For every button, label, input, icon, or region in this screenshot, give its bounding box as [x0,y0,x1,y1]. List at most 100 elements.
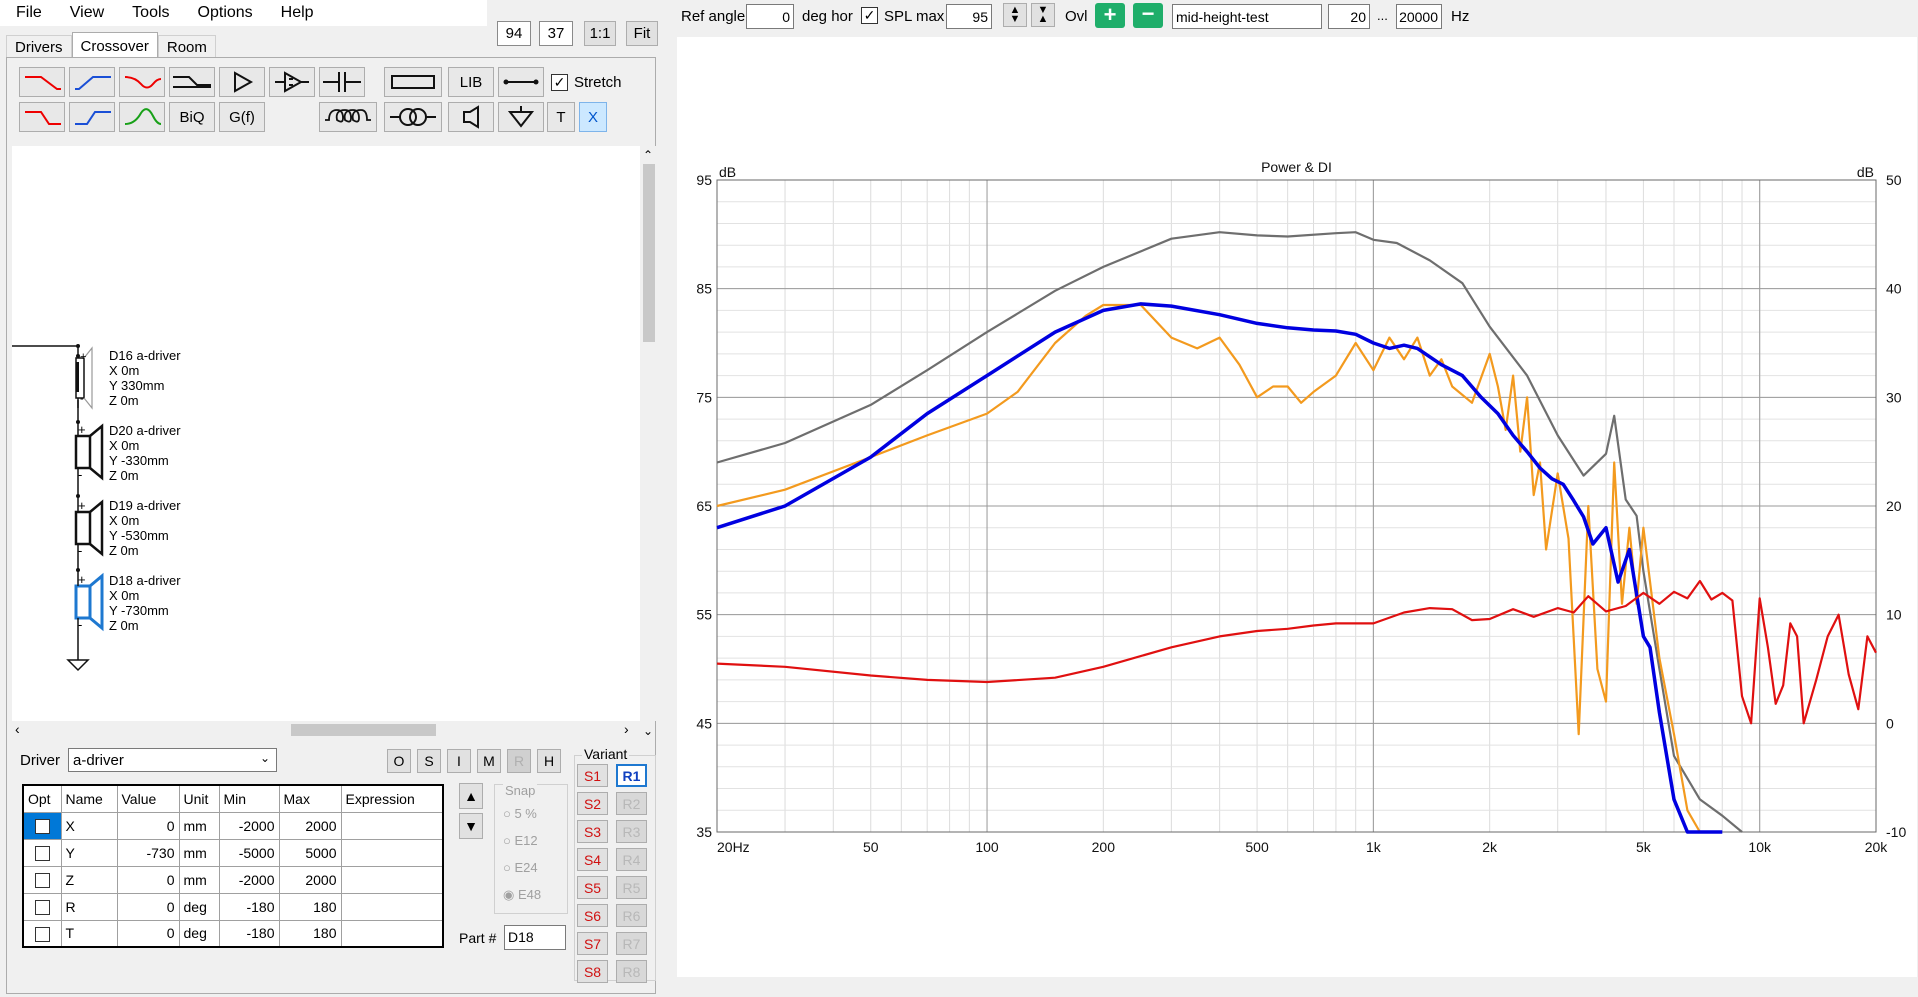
lowpass-red-button[interactable] [19,67,65,97]
opt-checkbox-cell[interactable] [22,838,62,867]
snap-option-5pct[interactable]: ○ 5 % [503,806,537,821]
capacitor-button[interactable] [319,67,365,97]
variant-s1-button[interactable]: S1 [577,764,608,787]
highpass-blue-button[interactable] [69,67,115,97]
biq-button[interactable]: BiQ [169,102,215,132]
freq-min-input[interactable]: 20 [1328,4,1370,29]
row-value[interactable]: 0 [116,811,180,840]
spl-expand-button[interactable]: ▼ ▲ [1031,3,1055,27]
row-expression[interactable] [340,811,444,840]
freq-max-input[interactable]: 20000 [1396,4,1442,29]
row-value[interactable]: -730 [116,838,180,867]
vertical-scroll-thumb[interactable] [643,164,655,342]
tab-crossover[interactable]: Crossover [71,32,158,59]
move-up-button[interactable]: ▲ [459,783,483,809]
transformer-button[interactable] [384,102,442,132]
bandpass-green-button[interactable] [119,102,165,132]
snap-option-e24[interactable]: ○ E24 [503,860,538,875]
row-max[interactable]: 2000 [278,865,342,894]
ref-angle-input[interactable]: 0 [746,4,794,29]
m-button[interactable]: M [477,749,501,773]
menu-tools[interactable]: Tools [118,4,183,22]
variant-r5-button[interactable]: R5 [616,876,647,899]
row-expression[interactable] [340,838,444,867]
opt-checkbox-cell[interactable] [22,865,62,894]
menu-options[interactable]: Options [184,4,267,22]
variant-s5-button[interactable]: S5 [577,876,608,899]
variant-s2-button[interactable]: S2 [577,792,608,815]
s-button[interactable]: S [417,749,441,773]
table-row[interactable]: Y -730 mm -5000 5000 [22,838,444,867]
opt-checkbox[interactable] [34,845,50,861]
table-row[interactable]: R 0 deg -180 180 [22,892,444,921]
zoom-box-a[interactable]: 94 [497,21,531,46]
t-button[interactable]: T [547,102,575,132]
row-max[interactable]: 5000 [278,838,342,867]
resistor-button[interactable] [384,67,442,97]
row-min[interactable]: -180 [218,892,280,921]
tab-room[interactable]: Room [157,35,216,59]
opt-checkbox-cell[interactable] [22,919,62,948]
fit-button[interactable]: Fit [626,21,658,46]
opt-checkbox-cell[interactable] [22,811,62,840]
snap-option-e48[interactable]: ◉ E48 [503,887,541,903]
wire-button[interactable] [498,67,544,97]
row-min[interactable]: -2000 [218,865,280,894]
notch-red-button[interactable] [119,67,165,97]
i-button[interactable]: I [447,749,471,773]
stretch-checkbox[interactable]: ✓ [551,74,568,91]
scroll-up-icon[interactable]: ⌃ [643,148,653,162]
h-button[interactable]: H [537,749,561,773]
row-max[interactable]: 2000 [278,811,342,840]
variant-r4-button[interactable]: R4 [616,848,647,871]
opt-checkbox[interactable] [34,926,50,942]
row-max[interactable]: 180 [278,919,342,948]
opt-checkbox[interactable] [34,899,50,915]
row-min[interactable]: -2000 [218,811,280,840]
row-value[interactable]: 0 [116,865,180,894]
inductor-button[interactable] [319,102,377,132]
shelf-button[interactable] [169,67,215,97]
variant-s8-button[interactable]: S8 [577,960,608,983]
buffer-button[interactable] [269,67,315,97]
variant-s6-button[interactable]: S6 [577,904,608,927]
variant-s7-button[interactable]: S7 [577,932,608,955]
driver-select[interactable]: a-driver ⌄ [68,748,277,772]
amplifier-button[interactable] [219,67,265,97]
variant-s3-button[interactable]: S3 [577,820,608,843]
move-down-button[interactable]: ▼ [459,813,483,839]
spl-up-down-button[interactable]: ▲ ▼ [1003,3,1027,27]
one-to-one-button[interactable]: 1:1 [584,21,616,46]
row-expression[interactable] [340,865,444,894]
variant-r2-button[interactable]: R2 [616,792,647,815]
variant-r1-button[interactable]: R1 [616,764,647,787]
row-value[interactable]: 0 [116,919,180,948]
snap-option-e12[interactable]: ○ E12 [503,833,538,848]
plot-area[interactable]: 95 85 75 65 55 45 35 50 40 30 20 10 0 -10 20Hz 50 100 200… [677,37,1917,977]
opt-checkbox[interactable] [34,818,50,834]
r-button[interactable]: R [507,749,531,773]
opt-checkbox[interactable] [34,872,50,888]
opt-checkbox-cell[interactable] [22,892,62,921]
menu-view[interactable]: View [56,4,118,22]
scroll-left-icon[interactable]: ‹ [15,721,20,737]
variant-r8-button[interactable]: R8 [616,960,647,983]
menu-help[interactable]: Help [267,4,328,22]
ground-button[interactable] [498,102,544,132]
o-button[interactable]: O [387,749,411,773]
variant-r7-button[interactable]: R7 [616,932,647,955]
plus-icon[interactable]: + [1095,3,1125,28]
zoom-box-b[interactable]: 37 [539,21,573,46]
highpass-blue-2-button[interactable] [69,102,115,132]
menu-file[interactable]: File [0,4,56,22]
row-min[interactable]: -180 [218,919,280,948]
row-value[interactable]: 0 [116,892,180,921]
lowpass-red-2-button[interactable] [19,102,65,132]
scroll-down-icon[interactable]: ⌄ [643,724,653,738]
overlay-name-input[interactable]: mid-height-test [1172,4,1322,29]
variant-s4-button[interactable]: S4 [577,848,608,871]
row-max[interactable]: 180 [278,892,342,921]
horizontal-scroll-thumb[interactable] [291,724,436,736]
minus-icon[interactable]: − [1133,3,1163,28]
variant-r3-button[interactable]: R3 [616,820,647,843]
